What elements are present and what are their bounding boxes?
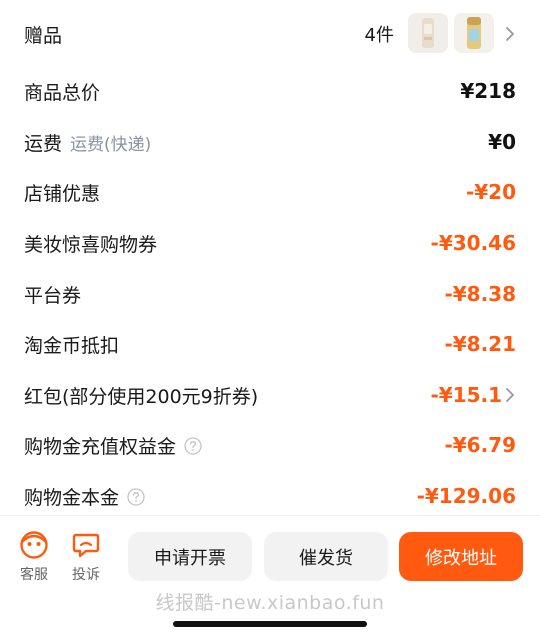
taojinbi-label: 淘金币抵扣 xyxy=(24,334,120,357)
goods-total-value: ¥218 xyxy=(460,79,516,103)
beauty-coupon-label: 美妆惊喜购物券 xyxy=(24,233,158,256)
complaint-button[interactable]: 投诉 xyxy=(66,530,106,584)
platform-coupon-label: 平台券 xyxy=(24,284,82,307)
shopping-gold-label: 购物金本金 xyxy=(24,483,145,510)
beauty-coupon-value: -¥30.46 xyxy=(430,231,516,255)
shipping-method: 运费(快递) xyxy=(70,134,152,155)
gift-count: 4件 xyxy=(364,25,394,46)
chevron-right-icon[interactable] xyxy=(504,26,516,42)
store-discount-label: 店铺优惠 xyxy=(24,182,101,205)
home-indicator[interactable] xyxy=(173,621,367,627)
red-packet-value: -¥15.1 xyxy=(430,383,502,407)
customer-service-icon xyxy=(20,531,48,559)
bottom-action-bar: 客服 投诉 申请开票 催发货 修改地址 线报酷-new.xianbao.fun xyxy=(0,516,540,639)
recharge-bonus-value: -¥6.79 xyxy=(444,433,516,457)
shipping-row: 运费 运费(快递) ¥0 xyxy=(0,122,540,162)
shopping-gold-row: 购物金本金 -¥129.06 xyxy=(0,476,540,516)
shipping-label-text: 运费 xyxy=(24,132,63,155)
shopping-gold-value: -¥129.06 xyxy=(416,484,516,508)
gift-thumbnail-1[interactable] xyxy=(408,13,448,53)
goods-total-label: 商品总价 xyxy=(24,81,101,104)
store-discount-row: 店铺优惠 -¥20 xyxy=(0,172,540,212)
platform-coupon-value: -¥8.38 xyxy=(444,282,516,306)
platform-coupon-row: 平台券 -¥8.38 xyxy=(0,274,540,314)
complaint-icon xyxy=(72,533,100,558)
gift-thumbnail-2[interactable] xyxy=(454,13,494,53)
shopping-gold-label-text: 购物金本金 xyxy=(24,486,120,509)
help-icon[interactable] xyxy=(184,436,202,455)
beauty-coupon-row: 美妆惊喜购物券 -¥30.46 xyxy=(0,223,540,263)
shipping-label: 运费 运费(快递) xyxy=(24,129,151,156)
recharge-bonus-row: 购物金充值权益金 -¥6.79 xyxy=(0,425,540,465)
taojinbi-row: 淘金币抵扣 -¥8.21 xyxy=(0,324,540,364)
gift-row[interactable]: 赠品 4件 xyxy=(0,13,540,54)
customer-service-button[interactable]: 客服 xyxy=(14,530,54,584)
customer-service-label: 客服 xyxy=(20,567,48,583)
help-icon[interactable] xyxy=(127,487,145,506)
store-discount-value: -¥20 xyxy=(465,180,516,204)
recharge-bonus-label: 购物金充值权益金 xyxy=(24,432,202,459)
complaint-label: 投诉 xyxy=(72,567,100,583)
red-packet-label: 红包(部分使用200元9折券) xyxy=(24,385,259,408)
recharge-bonus-label-text: 购物金充值权益金 xyxy=(24,435,177,458)
watermark-text: 线报酷-new.xianbao.fun xyxy=(155,592,385,614)
apply-invoice-button[interactable]: 申请开票 xyxy=(128,532,252,581)
shipping-value: ¥0 xyxy=(488,130,516,154)
urge-shipping-button[interactable]: 催发货 xyxy=(264,532,388,581)
gift-label: 赠品 xyxy=(24,24,63,47)
red-packet-row[interactable]: 红包(部分使用200元9折券) -¥15.1 xyxy=(0,375,540,415)
change-address-button[interactable]: 修改地址 xyxy=(399,532,523,581)
goods-total-row: 商品总价 ¥218 xyxy=(0,71,540,111)
chevron-right-icon[interactable] xyxy=(504,387,516,403)
taojinbi-value: -¥8.21 xyxy=(444,332,516,356)
